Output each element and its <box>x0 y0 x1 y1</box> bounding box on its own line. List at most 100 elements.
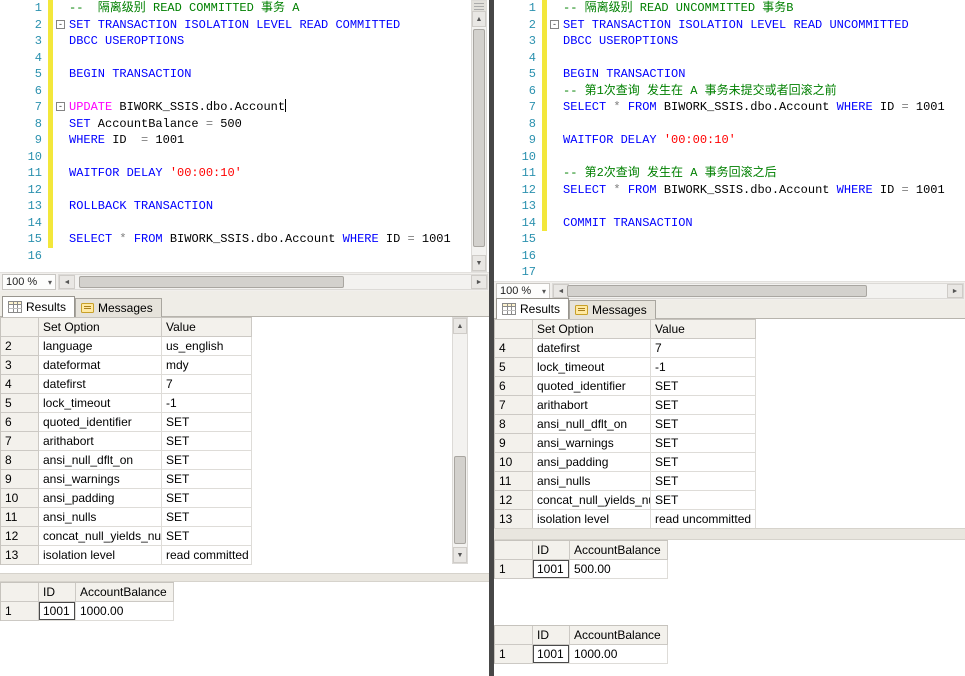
grid-cell[interactable]: 1001 <box>533 560 570 579</box>
line-number[interactable]: 16 <box>0 248 48 265</box>
code-line[interactable]: 16 <box>0 248 489 265</box>
grid-cell[interactable]: SET <box>162 527 252 546</box>
code-line[interactable]: 6 <box>0 82 489 100</box>
code-line[interactable]: 11 WAITFOR DELAY '00:00:10' <box>0 165 489 182</box>
grid-cell[interactable]: arithabort <box>39 432 162 451</box>
row-header[interactable]: 8 <box>495 415 533 434</box>
scrollbar-thumb[interactable] <box>473 29 485 247</box>
row-header[interactable]: 10 <box>1 489 39 508</box>
row-header[interactable]: 7 <box>1 432 39 451</box>
grid-cell[interactable]: lock_timeout <box>533 358 651 377</box>
scroll-down-icon[interactable]: ▼ <box>472 255 486 271</box>
line-number[interactable]: 15 <box>0 231 48 248</box>
code-line[interactable]: 11 -- 第2次查询 发生在 A 事务回滚之后 <box>494 165 965 182</box>
column-header[interactable]: ID <box>533 626 570 645</box>
row-header[interactable]: 1 <box>495 645 533 664</box>
line-number[interactable]: 14 <box>494 215 542 232</box>
code-line[interactable]: 1 -- 隔离级别 READ UNCOMMITTED 事务B <box>494 0 965 17</box>
code-line[interactable]: 7- UPDATE BIWORK_SSIS.dbo.Account <box>0 99 489 116</box>
right-tab-results[interactable]: Results <box>496 298 570 319</box>
fold-collapse-icon[interactable]: - <box>56 102 65 111</box>
code-line[interactable]: 13 <box>494 198 965 215</box>
row-header[interactable]: 5 <box>1 394 39 413</box>
code-line[interactable]: 10 <box>0 148 489 166</box>
grid-cell[interactable]: SET <box>651 453 756 472</box>
row-header[interactable]: 7 <box>495 396 533 415</box>
code-line[interactable]: 9 WHERE ID = 1001 <box>0 132 489 149</box>
row-header[interactable]: 6 <box>495 377 533 396</box>
result-set-splitter[interactable] <box>0 573 489 582</box>
grid-cell[interactable]: -1 <box>651 358 756 377</box>
grid-cell[interactable]: ansi_padding <box>533 453 651 472</box>
row-header[interactable]: 4 <box>495 339 533 358</box>
code-line[interactable]: 1 -- 隔离级别 READ COMMITTED 事务 A <box>0 0 489 17</box>
scroll-up-icon[interactable]: ▲ <box>472 11 486 27</box>
line-number[interactable]: 11 <box>494 165 542 182</box>
code-line[interactable]: 17 <box>494 264 965 281</box>
grid-cell[interactable]: SET <box>162 470 252 489</box>
left-tab-results[interactable]: Results <box>2 296 76 317</box>
zoom-control[interactable]: 100 % ▾ <box>2 274 56 290</box>
line-number[interactable]: 10 <box>0 149 48 166</box>
code-line[interactable]: 14 COMMIT TRANSACTION <box>494 214 965 232</box>
grid-cell[interactable]: read committed <box>162 546 252 565</box>
grid-cell[interactable]: ansi_nulls <box>39 508 162 527</box>
grid-corner-cell[interactable] <box>1 318 39 337</box>
line-number[interactable]: 8 <box>494 116 542 133</box>
grid-cell[interactable]: quoted_identifier <box>39 413 162 432</box>
line-number[interactable]: 12 <box>494 182 542 199</box>
grid-cell[interactable]: SET <box>651 472 756 491</box>
left-tab-messages[interactable]: Messages <box>75 298 162 317</box>
grid-cell[interactable]: isolation level <box>533 510 651 529</box>
row-header[interactable]: 1 <box>1 602 39 621</box>
line-number[interactable]: 5 <box>494 66 542 83</box>
grid-cell[interactable]: ansi_nulls <box>533 472 651 491</box>
line-number[interactable]: 15 <box>494 231 542 248</box>
grid-cell[interactable]: isolation level <box>39 546 162 565</box>
grid-cell[interactable]: 7 <box>162 375 252 394</box>
code-line[interactable]: 3 DBCC USEROPTIONS <box>494 33 965 50</box>
code-line[interactable]: 4 <box>494 49 965 66</box>
code-line[interactable]: 15 <box>494 231 965 248</box>
grid-corner-cell[interactable] <box>495 626 533 645</box>
grid-cell[interactable]: arithabort <box>533 396 651 415</box>
grid-cell[interactable]: language <box>39 337 162 356</box>
code-line[interactable]: 6 -- 第1次查询 发生在 A 事务未提交或者回滚之前 <box>494 82 965 99</box>
grid-cell[interactable]: SET <box>162 413 252 432</box>
grid-cell[interactable]: ansi_warnings <box>39 470 162 489</box>
line-number[interactable]: 11 <box>0 165 48 182</box>
grid-corner-cell[interactable] <box>495 541 533 560</box>
row-header[interactable]: 11 <box>495 472 533 491</box>
left-editor-vertical-scrollbar[interactable]: ▲ ▼ <box>471 0 487 272</box>
code-line[interactable]: 3 DBCC USEROPTIONS <box>0 33 489 50</box>
grid-cell[interactable]: 7 <box>651 339 756 358</box>
grid-cell[interactable]: SET <box>162 508 252 527</box>
right-editor-horizontal-scrollbar[interactable]: ◄ ► <box>552 283 964 299</box>
line-number[interactable]: 6 <box>0 83 48 100</box>
grid-cell[interactable]: 1000.00 <box>76 602 174 621</box>
grid-cell[interactable]: read uncommitted <box>651 510 756 529</box>
code-line[interactable]: 10 <box>494 148 965 165</box>
code-line[interactable]: 15 SELECT * FROM BIWORK_SSIS.dbo.Account … <box>0 231 489 248</box>
grid-corner-cell[interactable] <box>1 583 39 602</box>
line-number[interactable]: 4 <box>0 50 48 67</box>
column-header[interactable]: AccountBalance <box>570 541 668 560</box>
fold-collapse-icon[interactable]: - <box>56 19 65 29</box>
grid-cell[interactable]: mdy <box>162 356 252 375</box>
line-number[interactable]: 7 <box>0 99 48 116</box>
grid-cell[interactable]: dateformat <box>39 356 162 375</box>
line-number[interactable]: 1 <box>494 0 542 17</box>
row-header[interactable]: 5 <box>495 358 533 377</box>
grid-cell[interactable]: concat_null_yields_null <box>39 527 162 546</box>
grid-cell[interactable]: -1 <box>162 394 252 413</box>
right-tab-messages[interactable]: Messages <box>569 300 656 319</box>
row-header[interactable]: 12 <box>1 527 39 546</box>
line-number[interactable]: 3 <box>494 33 542 50</box>
code-line[interactable]: 16 <box>494 248 965 265</box>
row-header[interactable]: 4 <box>1 375 39 394</box>
row-header[interactable]: 3 <box>1 356 39 375</box>
scroll-right-icon[interactable]: ► <box>471 275 487 289</box>
scroll-down-icon[interactable]: ▼ <box>453 547 467 563</box>
row-header[interactable]: 12 <box>495 491 533 510</box>
line-number[interactable]: 9 <box>494 132 542 149</box>
